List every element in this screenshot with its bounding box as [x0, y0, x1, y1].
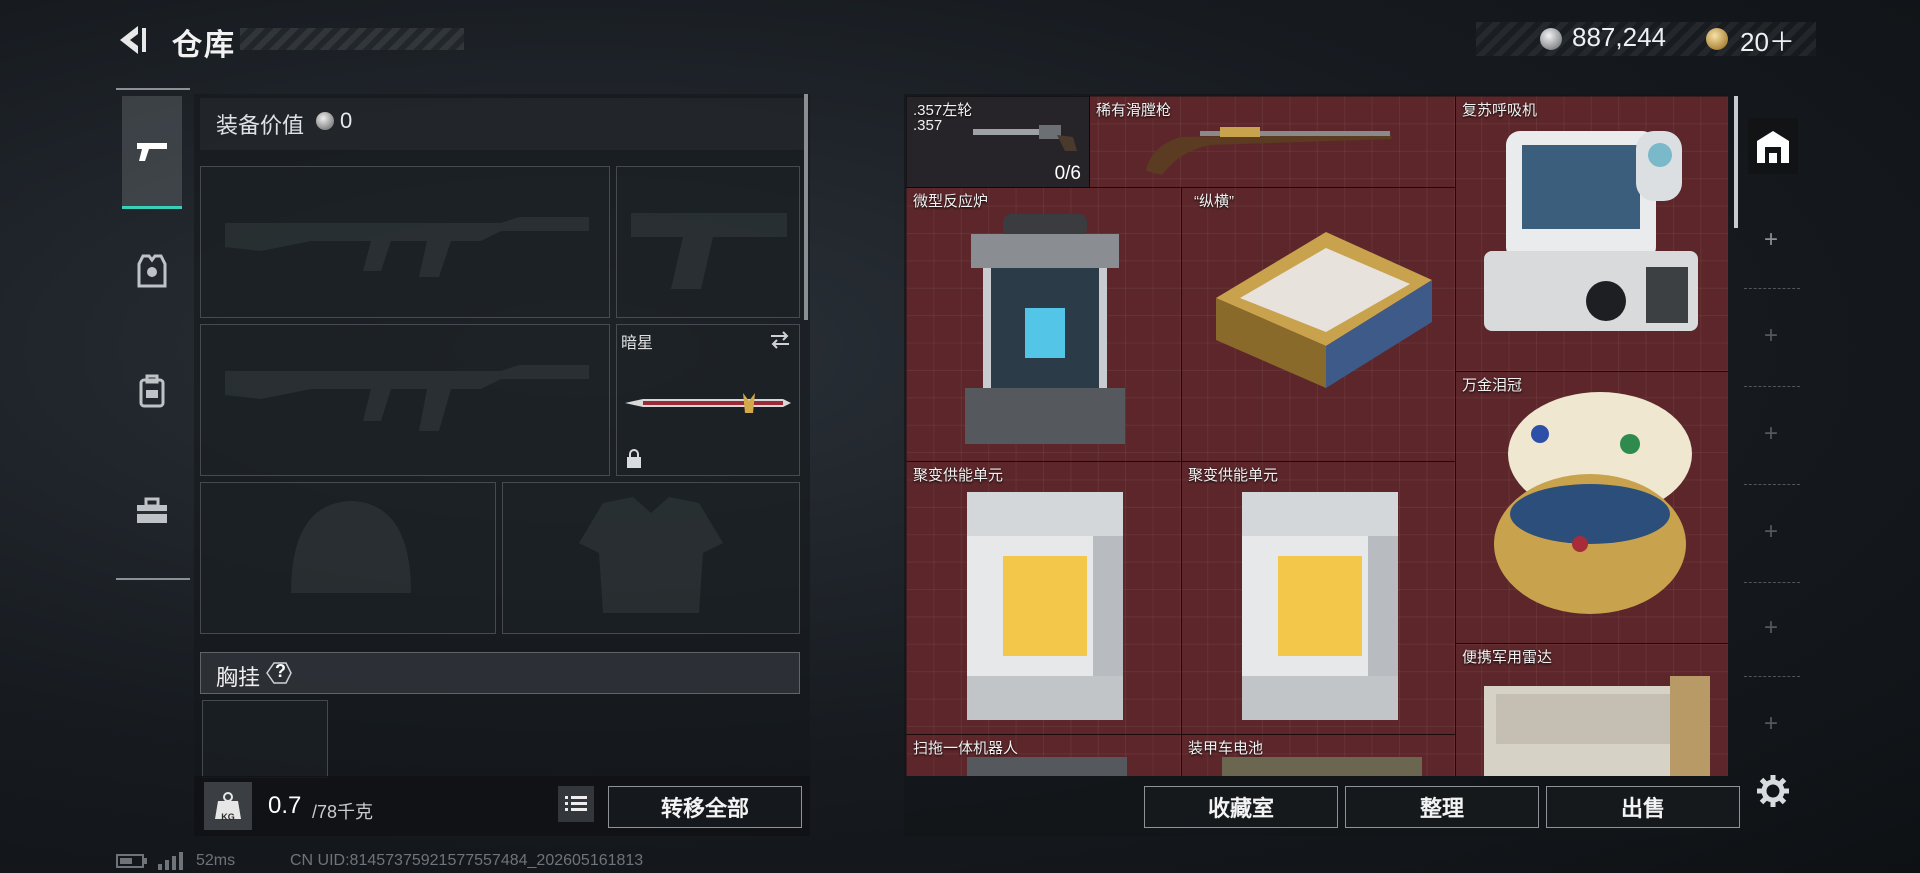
- warehouse-icon: [1757, 131, 1789, 163]
- token-icon: [1706, 28, 1728, 50]
- pistol-icon: [137, 143, 167, 161]
- gear-icon[interactable]: [1756, 774, 1790, 808]
- storage-item-micro-reactor[interactable]: 微型反应炉: [906, 187, 1182, 462]
- storage-item-golden-tiara[interactable]: 万金泪冠: [1455, 371, 1728, 644]
- weight-current: 0.7: [268, 792, 302, 819]
- transfer-all-button[interactable]: 转移全部: [608, 786, 802, 828]
- chest-rig-label: 胸挂: [216, 665, 261, 690]
- chest-rig-slot[interactable]: [202, 700, 328, 778]
- tab-weapons[interactable]: [122, 96, 182, 209]
- radar-icon: [1484, 676, 1710, 776]
- divider: [1744, 288, 1800, 289]
- divider: [1744, 676, 1800, 677]
- storage-item-fusion-cell[interactable]: 聚变供能单元: [1181, 461, 1456, 735]
- storage-scrollbar[interactable]: [1734, 96, 1738, 228]
- back-arrow-icon[interactable]: [116, 22, 152, 58]
- locked-plus-icon: +: [1763, 710, 1778, 737]
- item-label: 装甲车电池: [1188, 740, 1264, 757]
- pistol-silhouette-icon: [631, 213, 787, 289]
- uid-text: CN UID:81457375921577557484_202605161813: [290, 852, 644, 869]
- list-view-button[interactable]: [558, 786, 594, 822]
- storage-item-revolver[interactable]: .357左轮 .357 0/6: [906, 96, 1090, 188]
- melee-slot[interactable]: 暗星: [616, 324, 800, 476]
- warehouse-tab[interactable]: [1748, 118, 1798, 174]
- body-armor-slot[interactable]: [502, 482, 800, 634]
- weight-icon-text: KG: [221, 812, 235, 822]
- signal-icon: [158, 852, 183, 870]
- lock-icon: [627, 449, 641, 468]
- storage-item-vehicle-battery[interactable]: 装甲车电池: [1181, 734, 1456, 776]
- coin-icon: [1540, 28, 1562, 50]
- storage-item-robot-vacuum[interactable]: 扫拖一体机器人: [906, 734, 1182, 776]
- divider: [1744, 484, 1800, 485]
- divider: [1744, 582, 1800, 583]
- storage-item-military-radar[interactable]: 便携军用雷达: [1455, 643, 1728, 776]
- coin-icon: [316, 112, 334, 130]
- ping-value: 52ms: [196, 852, 236, 869]
- item-ammo-type: .357: [913, 117, 943, 134]
- equipment-scrollbar[interactable]: [804, 94, 808, 320]
- locked-plus-icon: +: [1763, 420, 1778, 447]
- item-label: 聚变供能单元: [1188, 467, 1279, 484]
- toolbox-icon: [137, 497, 167, 523]
- helmet-silhouette-icon: [291, 501, 411, 593]
- jeweled-egg-icon: [1494, 392, 1692, 614]
- tokens-value[interactable]: 20＋: [1740, 22, 1795, 59]
- item-label: 复苏呼吸机: [1462, 102, 1538, 119]
- list-icon: [565, 796, 587, 811]
- resuscitator-icon: [1484, 131, 1698, 331]
- equipment-value-label: 装备价值: [216, 113, 305, 138]
- fusion-cell-icon: [967, 492, 1123, 720]
- chess-set-icon: [1216, 232, 1432, 388]
- helmet-slot[interactable]: [200, 482, 496, 634]
- item-label: “纵横”: [1194, 193, 1234, 210]
- add-storage-plus-icon[interactable]: +: [1756, 226, 1786, 254]
- dark-star-knife-icon: [625, 393, 791, 413]
- equipment-value: 0: [340, 108, 353, 133]
- storage-item-fusion-cell[interactable]: 聚变供能单元: [906, 461, 1182, 735]
- page-title: 仓库: [172, 29, 236, 62]
- weight-max: /78千克: [312, 802, 374, 822]
- battery-status-icon: [116, 854, 147, 868]
- storage-grid[interactable]: .357左轮 .357 0/6 稀有滑膛枪 复苏呼吸机 微型反应炉 “纵横” 万…: [906, 96, 1728, 776]
- melee-name: 暗星: [621, 335, 654, 352]
- item-label: 扫拖一体机器人: [913, 740, 1019, 757]
- micro-reactor-icon: [965, 214, 1125, 444]
- storage-item-chess-set[interactable]: “纵横”: [1181, 187, 1456, 462]
- backpack-icon: [139, 374, 165, 408]
- locked-plus-icon: +: [1763, 322, 1778, 349]
- locked-plus-icon: +: [1763, 518, 1778, 545]
- rifle-silhouette-icon: [225, 217, 589, 277]
- item-label: 微型反应炉: [913, 193, 989, 210]
- battery-icon: [1222, 757, 1422, 776]
- storage-item-musket[interactable]: 稀有滑膛枪: [1089, 96, 1456, 188]
- storage-item-resuscitator[interactable]: 复苏呼吸机: [1455, 96, 1728, 372]
- secondary-primary-weapon-slot[interactable]: [200, 324, 610, 476]
- tab-toolbox[interactable]: [122, 456, 182, 566]
- title-decoration: [240, 28, 464, 50]
- item-ammo-count: 0/6: [1054, 163, 1081, 184]
- organize-button[interactable]: 整理: [1345, 786, 1539, 828]
- item-label: 便携军用雷达: [1462, 649, 1553, 666]
- divider: [1744, 386, 1800, 387]
- item-label: 聚变供能单元: [913, 467, 1004, 484]
- rifle-silhouette-icon: [225, 365, 589, 431]
- musket-icon: [1146, 127, 1392, 175]
- vest-silhouette-icon: [579, 497, 723, 613]
- armor-icon: [137, 254, 167, 288]
- tab-armor[interactable]: [122, 216, 182, 326]
- swap-icon[interactable]: [767, 329, 793, 351]
- fusion-cell-icon: [1242, 492, 1398, 720]
- tab-backpack[interactable]: [122, 336, 182, 446]
- help-mark: ?: [275, 661, 286, 681]
- coins-value: 887,244: [1572, 22, 1666, 52]
- revolver-icon: [973, 125, 1077, 151]
- weight-kg-icon: [204, 782, 252, 830]
- primary-weapon-slot[interactable]: [200, 166, 610, 318]
- sell-button[interactable]: 出售: [1546, 786, 1740, 828]
- collection-room-button[interactable]: 收藏室: [1144, 786, 1338, 828]
- robot-vacuum-icon: [967, 757, 1127, 776]
- secondary-weapon-slot[interactable]: [616, 166, 800, 318]
- locked-plus-icon: +: [1763, 614, 1778, 641]
